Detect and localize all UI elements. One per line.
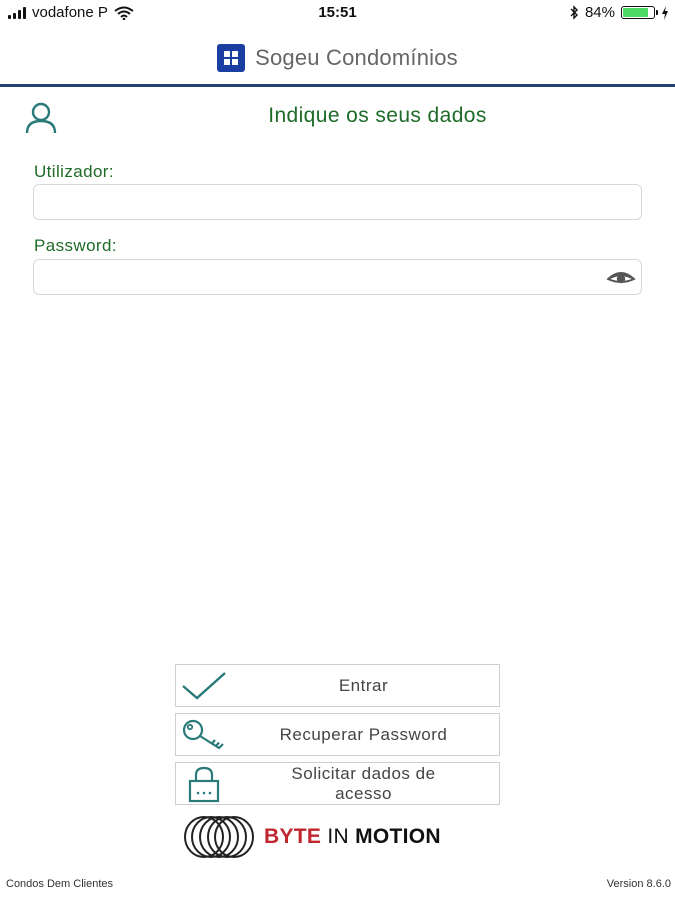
charging-icon [662,5,668,20]
login-button-label: Entrar [338,675,389,695]
login-button[interactable]: Entrar [175,664,500,707]
lock-icon [188,766,220,802]
footer-app-name: Condos Dem Clientes [6,878,113,890]
brand-in: IN [327,825,349,848]
byte-in-motion-logo: BYTE IN MOTION [182,813,492,861]
status-right: 84% [569,4,669,21]
eye-icon[interactable] [606,268,636,288]
password-input[interactable] [33,259,642,295]
app-logo [217,44,246,72]
request-access-label-line2: acesso [335,783,392,803]
recover-password-label: Recuperar Password [279,724,448,744]
checkmark-icon [182,671,226,700]
battery-level [623,8,649,17]
status-bar: vodafone P 15:51 84% [0,0,675,28]
bluetooth-icon [570,5,578,20]
request-access-button[interactable]: Solicitar dados de acesso [175,762,500,805]
form-heading: Indique os seus dados [268,104,487,127]
app-title: Sogeu Condomínios [255,45,458,70]
username-input[interactable] [33,184,642,220]
username-label: Utilizador: [34,162,114,181]
battery-percent: 84% [584,4,615,21]
rings-icon [184,816,254,858]
battery-icon [621,6,658,19]
header-divider [0,84,675,87]
brand-byte: BYTE [264,825,322,848]
app-header: Sogeu Condomínios [0,32,675,84]
footer-version: Version 8.6.0 [606,878,671,890]
request-access-label: Solicitar dados de acesso [232,764,499,804]
request-access-label-line1: Solicitar dados de [291,763,436,783]
brand-motion: MOTION [355,825,441,848]
brand-text: BYTE IN MOTION [264,825,441,849]
key-icon [182,719,224,749]
password-label: Password: [34,236,117,255]
recover-password-button[interactable]: Recuperar Password [175,713,500,756]
